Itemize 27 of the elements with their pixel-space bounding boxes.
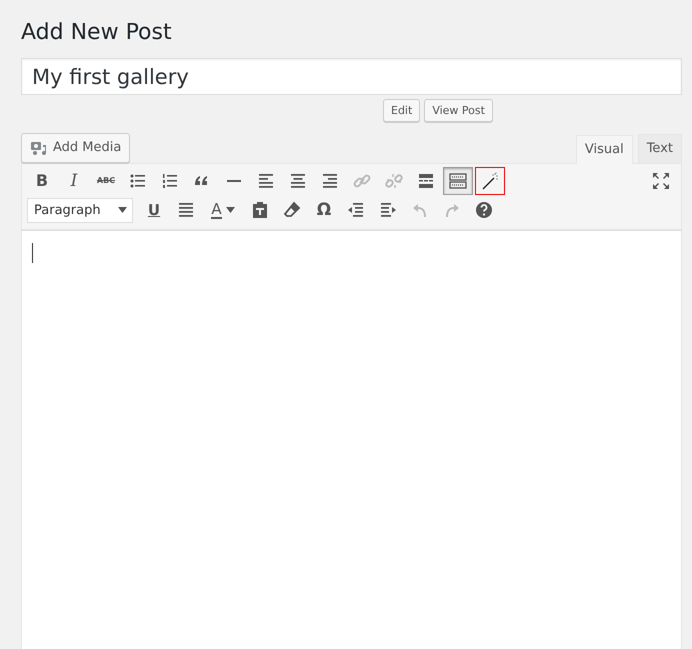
format-dropdown[interactable]: Paragraph [27, 198, 133, 223]
text-color-button[interactable]: A [203, 196, 243, 224]
page-title: Add New Post [21, 20, 173, 46]
special-character-button[interactable]: Ω [309, 196, 339, 224]
keyboard-icon [448, 171, 468, 192]
view-post-button[interactable]: View Post [424, 99, 493, 122]
edit-button[interactable]: Edit [383, 99, 420, 122]
fullscreen-icon [651, 171, 671, 192]
help-icon [474, 200, 494, 220]
clipboard-icon [250, 200, 270, 220]
caret-icon [226, 207, 235, 214]
editor-tab[interactable]: Text [638, 134, 682, 163]
bold-button[interactable]: B [27, 167, 57, 196]
editor-tab[interactable]: Visual [576, 135, 633, 164]
magic-wand-icon [480, 171, 500, 192]
horizontal-rule-icon [227, 180, 241, 182]
magic-wand-button[interactable] [475, 167, 505, 196]
text-color-label: A [211, 201, 222, 220]
title-field[interactable]: My first gallery [21, 58, 682, 96]
text-cursor [32, 242, 33, 263]
keyboard-button[interactable] [443, 167, 473, 196]
caret-icon [118, 207, 127, 214]
add-media-button[interactable]: Add Media [21, 133, 130, 163]
underline-button[interactable]: U [139, 196, 169, 224]
media-icon [30, 140, 48, 156]
strikethrough-button[interactable]: ABC [91, 167, 121, 196]
italic-button[interactable]: I [59, 167, 89, 196]
